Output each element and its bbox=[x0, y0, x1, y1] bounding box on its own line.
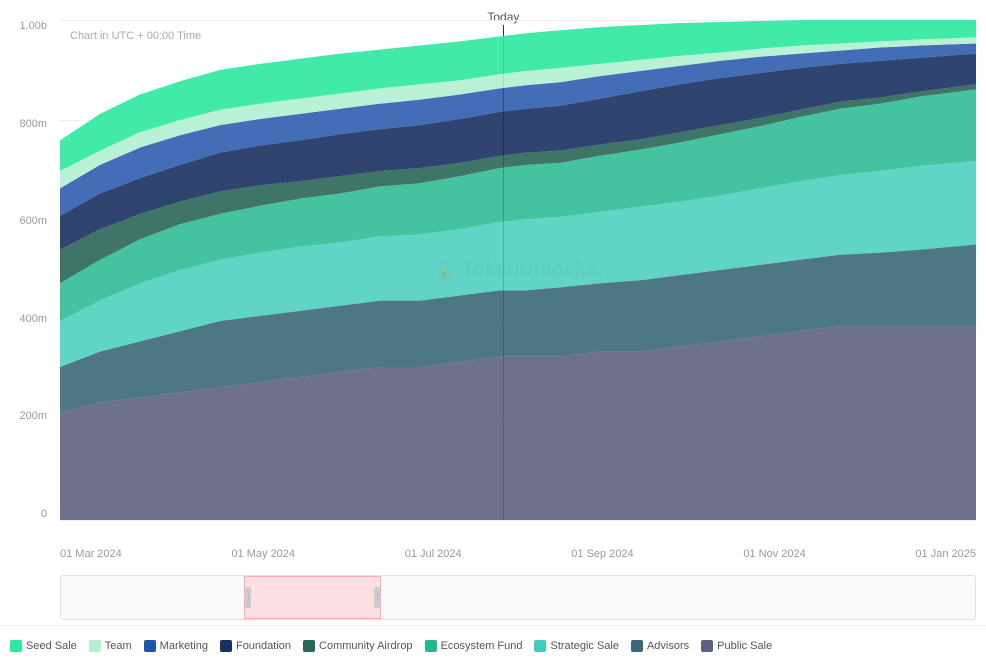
chart-container: Today 1.00b 800m 600m 400m 200m 0 Chart … bbox=[0, 0, 986, 665]
legend-label-community-airdrop: Community Airdrop bbox=[319, 640, 413, 652]
legend-item-marketing: Marketing bbox=[144, 640, 208, 652]
legend: Seed Sale Team Marketing Foundation Comm… bbox=[0, 625, 986, 665]
x-label-may: 01 May 2024 bbox=[231, 548, 295, 560]
chart-area: Today 1.00b 800m 600m 400m 200m 0 Chart … bbox=[0, 0, 986, 575]
legend-label-advisors: Advisors bbox=[647, 640, 689, 652]
x-label-jul: 01 Jul 2024 bbox=[405, 548, 462, 560]
x-label-sep: 01 Sep 2024 bbox=[571, 548, 633, 560]
x-label-nov: 01 Nov 2024 bbox=[743, 548, 805, 560]
x-label-mar: 01 Mar 2024 bbox=[60, 548, 122, 560]
y-label-400m: 400m bbox=[19, 313, 47, 325]
legend-color-marketing bbox=[144, 640, 156, 652]
legend-color-advisors bbox=[631, 640, 643, 652]
legend-item-community-airdrop: Community Airdrop bbox=[303, 640, 413, 652]
legend-item-team: Team bbox=[89, 640, 132, 652]
legend-label-foundation: Foundation bbox=[236, 640, 291, 652]
legend-item-seed-sale: Seed Sale bbox=[10, 640, 77, 652]
watermark: 🔒 TokenUnlocks. bbox=[433, 259, 602, 282]
x-axis: 01 Mar 2024 01 May 2024 01 Jul 2024 01 S… bbox=[60, 548, 976, 560]
y-label-1b: 1.00b bbox=[19, 20, 47, 32]
legend-label-team: Team bbox=[105, 640, 132, 652]
legend-color-seed-sale bbox=[10, 640, 22, 652]
legend-item-advisors: Advisors bbox=[631, 640, 689, 652]
legend-label-marketing: Marketing bbox=[160, 640, 208, 652]
legend-color-strategic-sale bbox=[534, 640, 546, 652]
y-label-800m: 800m bbox=[19, 118, 47, 130]
minimap-handle-left[interactable]: ⋮ bbox=[245, 587, 251, 608]
handle-right-dots: ⋮ bbox=[373, 593, 380, 602]
y-label-200m: 200m bbox=[19, 410, 47, 422]
y-axis: 1.00b 800m 600m 400m 200m 0 bbox=[0, 20, 55, 520]
legend-label-seed-sale: Seed Sale bbox=[26, 640, 77, 652]
minimap-selection: ⋮ ⋮ bbox=[244, 576, 381, 619]
legend-color-foundation bbox=[220, 640, 232, 652]
stacked-chart: 🔒 TokenUnlocks. bbox=[60, 20, 976, 520]
minimap-handle-right[interactable]: ⋮ bbox=[374, 587, 380, 608]
watermark-icon: 🔒 bbox=[433, 260, 455, 281]
legend-label-ecosystem-fund: Ecosystem Fund bbox=[441, 640, 523, 652]
handle-left-dots: ⋮ bbox=[244, 593, 251, 602]
watermark-text: TokenUnlocks. bbox=[462, 259, 603, 282]
legend-color-team bbox=[89, 640, 101, 652]
legend-label-public-sale: Public Sale bbox=[717, 640, 772, 652]
legend-color-ecosystem-fund bbox=[425, 640, 437, 652]
legend-color-public-sale bbox=[701, 640, 713, 652]
legend-color-community-airdrop bbox=[303, 640, 315, 652]
legend-item-ecosystem-fund: Ecosystem Fund bbox=[425, 640, 523, 652]
legend-item-strategic-sale: Strategic Sale bbox=[534, 640, 618, 652]
legend-item-public-sale: Public Sale bbox=[701, 640, 772, 652]
y-label-600m: 600m bbox=[19, 215, 47, 227]
x-label-jan: 01 Jan 2025 bbox=[915, 548, 976, 560]
grid-line-bottom bbox=[60, 520, 976, 521]
legend-item-foundation: Foundation bbox=[220, 640, 291, 652]
legend-label-strategic-sale: Strategic Sale bbox=[550, 640, 618, 652]
minimap[interactable]: ⋮ ⋮ bbox=[60, 575, 976, 620]
y-label-0: 0 bbox=[41, 508, 47, 520]
